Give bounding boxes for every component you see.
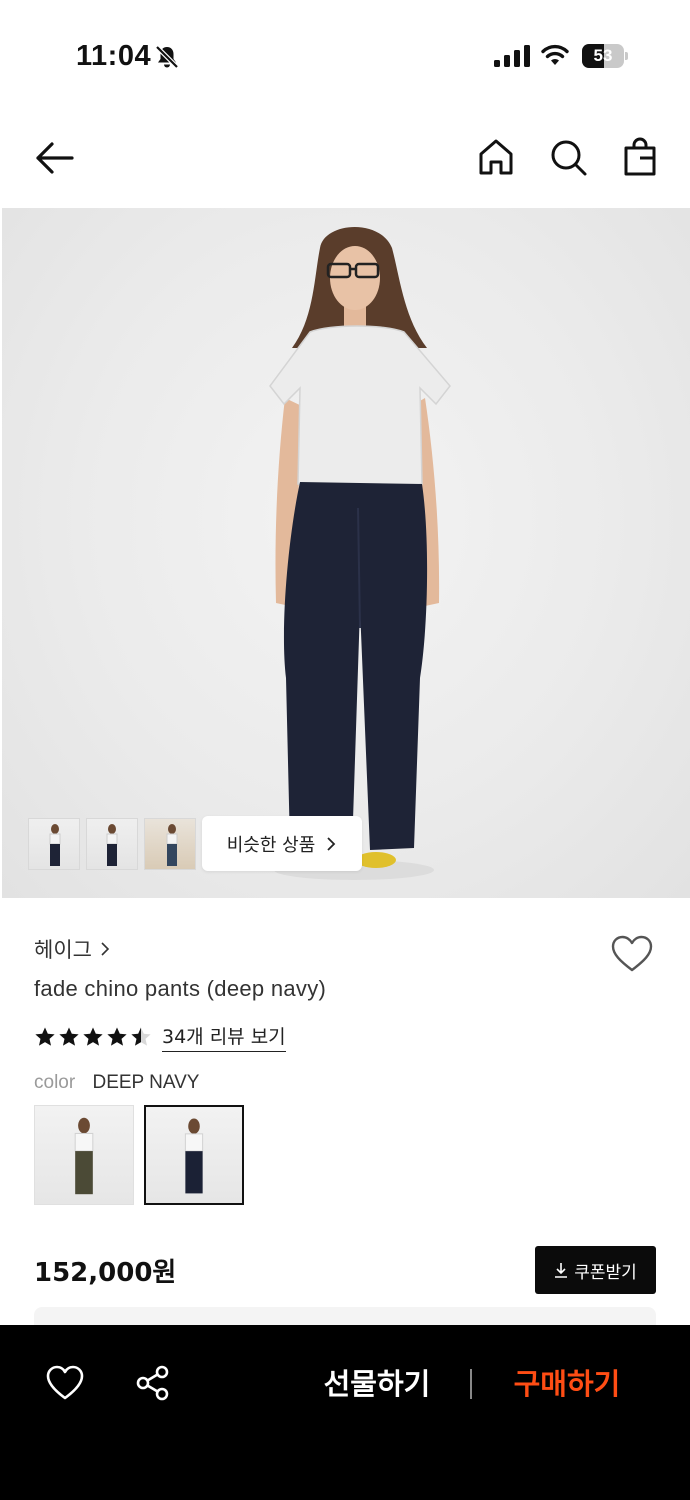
battery-indicator: 53 — [582, 44, 628, 68]
home-icon[interactable] — [476, 136, 516, 178]
coupon-label: 쿠폰받기 — [574, 1262, 637, 1283]
color-option-deep-navy[interactable] — [144, 1105, 244, 1205]
cellular-signal-icon — [494, 45, 530, 67]
search-icon[interactable] — [548, 136, 588, 178]
status-bar: 11:04 53 — [0, 0, 690, 110]
star-icon — [59, 1027, 79, 1046]
battery-level: 53 — [593, 46, 613, 65]
rating-stars — [34, 1026, 152, 1048]
shopping-bag-icon[interactable] — [620, 136, 660, 178]
thumbnail-2[interactable] — [86, 818, 138, 870]
chevron-right-icon — [101, 942, 110, 956]
divider — [470, 1369, 472, 1399]
back-arrow-icon[interactable] — [32, 138, 76, 178]
bottom-action-bar: 선물하기 구매하기 — [0, 1325, 690, 1500]
star-icon — [107, 1027, 127, 1046]
brand-name: 헤이그 — [34, 938, 92, 962]
download-icon — [555, 1263, 568, 1278]
product-price: 152,000원 — [34, 1258, 177, 1288]
model-figure — [269, 226, 451, 880]
swatch-pants-khaki — [75, 1151, 93, 1195]
rating-row: 34개 리뷰 보기 — [34, 1022, 286, 1052]
brand-link[interactable]: 헤이그 — [34, 934, 110, 964]
status-time: 11:04 — [76, 40, 152, 72]
bell-off-icon — [155, 45, 179, 69]
gift-button[interactable]: 선물하기 — [316, 1363, 438, 1405]
coupon-button[interactable]: 쿠폰받기 — [535, 1246, 656, 1294]
thumbnail-1[interactable] — [28, 818, 80, 870]
color-value: DEEP NAVY — [92, 1072, 200, 1093]
swatch-pants-navy — [185, 1151, 203, 1194]
star-icon — [83, 1027, 103, 1046]
color-option-khaki[interactable] — [34, 1105, 134, 1205]
buy-button[interactable]: 구매하기 — [506, 1363, 628, 1405]
color-label: color — [34, 1072, 76, 1093]
chevron-right-icon — [327, 836, 336, 851]
top-nav — [0, 120, 690, 198]
product-name: fade chino pants (deep navy) — [34, 976, 327, 1001]
similar-products-button[interactable]: 비슷한 상품 — [202, 816, 362, 871]
similar-products-label: 비슷한 상품 — [226, 834, 316, 856]
heart-icon[interactable] — [44, 1363, 86, 1403]
wishlist-heart-icon[interactable] — [610, 934, 654, 974]
color-row: color DEEP NAVY — [34, 1072, 199, 1094]
thumbnail-3[interactable] — [144, 818, 196, 870]
reviews-link[interactable]: 34개 리뷰 보기 — [162, 1022, 286, 1052]
star-icon — [131, 1027, 151, 1046]
star-icon — [35, 1027, 55, 1046]
product-image[interactable]: 비슷한 상품 — [2, 208, 690, 898]
share-icon[interactable] — [133, 1363, 173, 1403]
wifi-icon — [541, 44, 569, 65]
